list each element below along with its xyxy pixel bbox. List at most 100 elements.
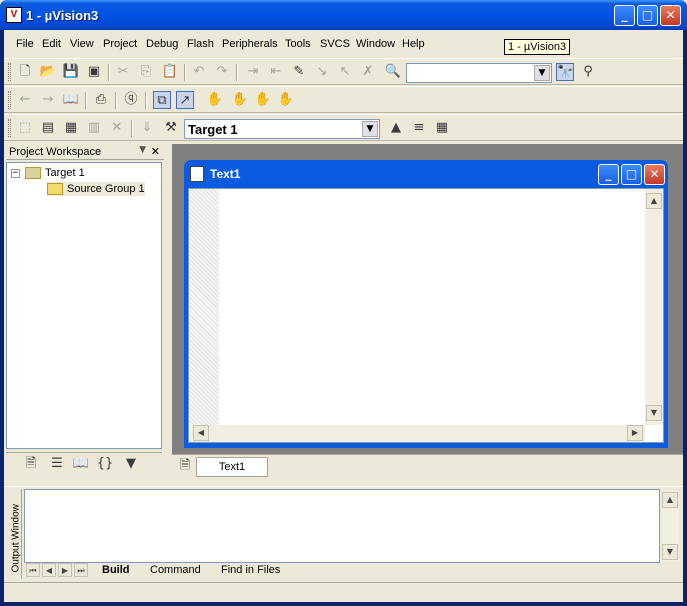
- files-tab-icon[interactable]: 🗎: [22, 455, 40, 473]
- compile-icon[interactable]: ⬚: [16, 119, 34, 137]
- output-toggle-icon[interactable]: ↗: [176, 91, 194, 109]
- workspace-header[interactable]: Project Workspace ▼ ✕: [6, 144, 164, 160]
- undo-icon[interactable]: ↶: [190, 63, 208, 81]
- output-vertical-scrollbar[interactable]: ▲ ▼: [661, 490, 679, 562]
- child-minimize-button[interactable]: _: [598, 164, 619, 185]
- editor-area[interactable]: ▲ ▼ ◀ ▶: [188, 188, 664, 443]
- close-icon[interactable]: ✕: [151, 145, 160, 158]
- environment-icon[interactable]: ▦: [433, 119, 451, 137]
- indent-icon[interactable]: ⇥: [244, 63, 262, 81]
- toolbar-grip[interactable]: [8, 63, 11, 81]
- build-target-icon[interactable]: ▤: [39, 119, 57, 137]
- toolbar-grip[interactable]: [8, 91, 11, 109]
- debug-session-icon[interactable]: ⓠ: [122, 91, 140, 109]
- menu-debug[interactable]: Debug: [146, 38, 178, 50]
- tab-find-in-files[interactable]: Find in Files: [221, 563, 280, 578]
- templates-tab-icon[interactable]: ▼: [122, 455, 140, 473]
- chevron-down-icon[interactable]: ▼: [362, 121, 378, 137]
- tab-build[interactable]: Build: [102, 563, 130, 578]
- copy-icon[interactable]: ⎘: [137, 63, 155, 81]
- document-icon[interactable]: [190, 166, 204, 182]
- menu-peripherals[interactable]: Peripherals: [222, 38, 278, 50]
- tab-last-icon[interactable]: ⏭: [74, 563, 88, 577]
- collapse-icon[interactable]: −: [11, 169, 20, 178]
- close-button[interactable]: ✕: [660, 5, 681, 26]
- output-text-area[interactable]: ▲ ▼: [24, 489, 679, 563]
- find-in-files-icon[interactable]: 🔍: [384, 63, 402, 81]
- bookmark-next-icon[interactable]: ↘: [313, 63, 331, 81]
- functions-tab-icon[interactable]: {}: [96, 455, 114, 473]
- scroll-up-icon[interactable]: ▲: [662, 492, 678, 508]
- menu-flash[interactable]: Flash: [187, 38, 214, 50]
- toolbar-grip[interactable]: [8, 119, 11, 137]
- editor-vertical-scrollbar[interactable]: ▲ ▼: [645, 189, 663, 425]
- tab-prev-icon[interactable]: ◀: [42, 563, 56, 577]
- menu-project[interactable]: Project: [103, 38, 137, 50]
- tree-item-target[interactable]: Target 1: [25, 166, 85, 180]
- uvision-app-icon[interactable]: V: [6, 7, 22, 23]
- menu-svcs[interactable]: SVCS: [320, 38, 350, 50]
- target-combo[interactable]: Target 1 ▼: [184, 119, 380, 139]
- scroll-right-icon[interactable]: ▶: [627, 425, 643, 441]
- forward-arrow-icon[interactable]: →: [39, 91, 57, 109]
- scroll-down-icon[interactable]: ▼: [662, 544, 678, 560]
- download-icon[interactable]: ⇓: [138, 119, 156, 137]
- paste-icon[interactable]: 📋: [161, 63, 179, 81]
- stop-build-icon[interactable]: ✕: [108, 119, 126, 137]
- book-icon[interactable]: 📖: [62, 91, 80, 109]
- tab-text1[interactable]: Text1: [196, 457, 268, 477]
- open-folder-icon[interactable]: 📂: [39, 63, 57, 81]
- hand-stop-icon[interactable]: ✋: [231, 91, 249, 109]
- menu-help[interactable]: Help: [402, 38, 425, 50]
- workspace-toggle-icon[interactable]: ⧉: [153, 91, 171, 109]
- target-combo-value[interactable]: Target 1: [188, 122, 238, 137]
- file-extensions-icon[interactable]: ≡: [410, 119, 428, 137]
- menu-edit[interactable]: Edit: [42, 38, 61, 50]
- child-close-button[interactable]: ✕: [644, 164, 665, 185]
- menu-file[interactable]: File: [16, 38, 34, 50]
- hand-next-icon[interactable]: ✋: [254, 91, 272, 109]
- cut-icon[interactable]: ✂: [114, 63, 132, 81]
- tree-item-source-group[interactable]: Source Group 1: [47, 182, 145, 196]
- tab-command[interactable]: Command: [150, 563, 201, 578]
- save-all-icon[interactable]: ▣: [85, 63, 103, 81]
- target-options-icon[interactable]: ⚒: [162, 119, 180, 137]
- hand-all-icon[interactable]: ✋: [277, 91, 295, 109]
- scroll-up-icon[interactable]: ▲: [646, 193, 662, 209]
- scroll-down-icon[interactable]: ▼: [646, 405, 662, 421]
- tab-first-icon[interactable]: ⏮: [26, 563, 40, 577]
- window-title: 1 - µVision3: [26, 8, 99, 23]
- title-bar[interactable]: V 1 - µVision3 _ □ ✕: [0, 0, 687, 30]
- toolbar-separator: [108, 64, 110, 81]
- child-maximize-button[interactable]: □: [621, 164, 642, 185]
- save-icon[interactable]: 💾: [62, 63, 80, 81]
- dropdown-icon[interactable]: ▼: [139, 145, 146, 155]
- maximize-button[interactable]: □: [637, 5, 658, 26]
- rebuild-all-icon[interactable]: ▦: [62, 119, 80, 137]
- batch-build-icon[interactable]: ▥: [85, 119, 103, 137]
- binoculars-icon[interactable]: 🔭: [556, 63, 574, 81]
- back-arrow-icon[interactable]: ←: [16, 91, 34, 109]
- editor-horizontal-scrollbar[interactable]: ◀ ▶: [189, 425, 645, 442]
- unindent-icon[interactable]: ⇤: [267, 63, 285, 81]
- bookmark-prev-icon[interactable]: ↖: [336, 63, 354, 81]
- tab-next-icon[interactable]: ▶: [58, 563, 72, 577]
- hand-icon[interactable]: ✋: [206, 91, 224, 109]
- find-combo[interactable]: ▼: [406, 63, 552, 83]
- scroll-left-icon[interactable]: ◀: [193, 425, 209, 441]
- menu-window[interactable]: Window: [356, 38, 395, 50]
- redo-icon[interactable]: ↷: [213, 63, 231, 81]
- new-file-icon[interactable]: 🗋: [16, 63, 34, 81]
- books-tab-icon[interactable]: 📖: [72, 455, 90, 473]
- regs-tab-icon[interactable]: ☰: [48, 455, 66, 473]
- print-icon[interactable]: ⎙: [92, 91, 110, 109]
- menu-view[interactable]: View: [70, 38, 94, 50]
- minimize-button[interactable]: _: [614, 5, 635, 26]
- bookmark-clear-icon[interactable]: ✗: [359, 63, 377, 81]
- menu-tools[interactable]: Tools: [285, 38, 311, 50]
- bookmark-toggle-icon[interactable]: ✎: [290, 63, 308, 81]
- chevron-down-icon[interactable]: ▼: [534, 65, 550, 81]
- incremental-find-icon[interactable]: ⚲: [579, 63, 597, 81]
- components-icon[interactable]: ▲: [387, 119, 405, 137]
- editor-title: Text1: [210, 167, 241, 181]
